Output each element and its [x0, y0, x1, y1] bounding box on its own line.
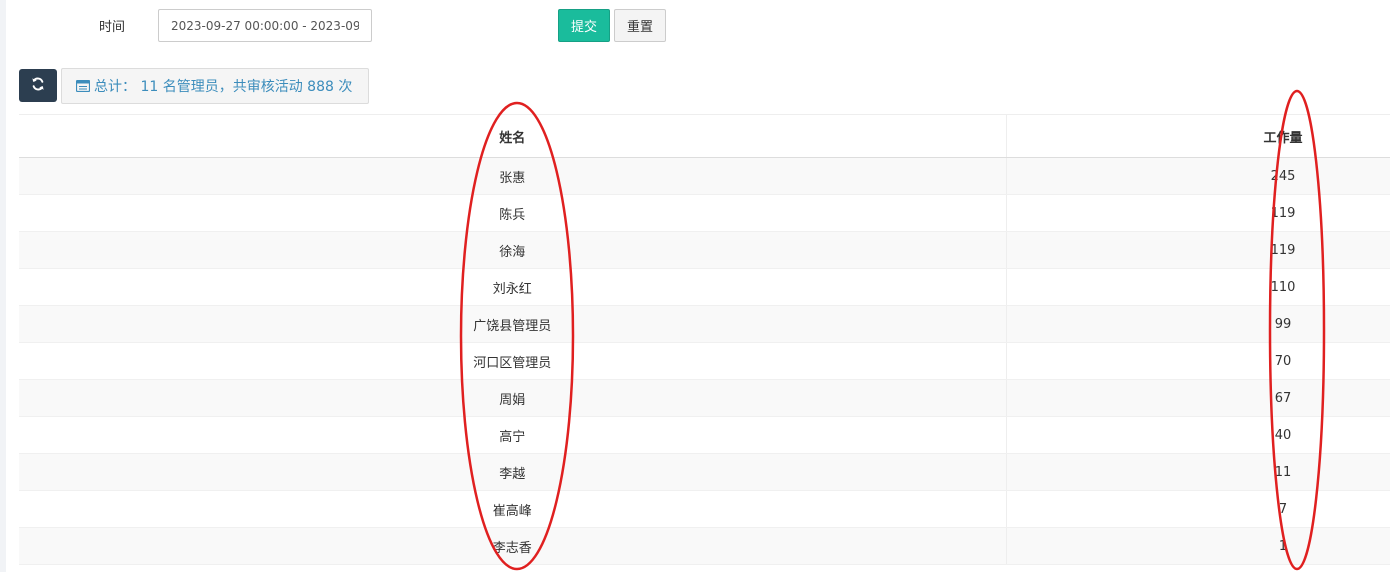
filter-bar: 时间 提交 重置: [0, 0, 1390, 52]
cell-name: 广饶县管理员: [19, 305, 1007, 343]
summary-text: 总计： 11 名管理员，共审核活动 888 次: [94, 79, 353, 95]
cell-workload: 70: [1006, 342, 1390, 380]
cell-workload: 11: [1006, 453, 1390, 491]
cell-name: 河口区管理员: [19, 342, 1007, 380]
summary-panel: 总计： 11 名管理员，共审核活动 888 次: [61, 68, 369, 104]
list-icon: [76, 80, 90, 92]
cell-name: 周娟: [19, 379, 1007, 417]
refresh-icon: [31, 76, 45, 95]
reset-button[interactable]: 重置: [614, 9, 666, 42]
cell-workload: 99: [1006, 305, 1390, 343]
table-row: 高宁 40: [19, 416, 1390, 454]
cell-name: 刘永红: [19, 268, 1007, 306]
cell-workload: 67: [1006, 379, 1390, 417]
table-row: 张惠 245: [19, 157, 1390, 195]
left-edge-strip: [0, 0, 6, 572]
column-header-workload[interactable]: 工作量: [1006, 114, 1390, 158]
cell-name: 张惠: [19, 157, 1007, 195]
table-row: 徐海 119: [19, 231, 1390, 269]
cell-workload: 7: [1006, 490, 1390, 528]
cell-name: 陈兵: [19, 194, 1007, 232]
cell-name: 崔高峰: [19, 490, 1007, 528]
refresh-button[interactable]: [19, 69, 57, 102]
cell-workload: 119: [1006, 194, 1390, 232]
time-range-input[interactable]: [158, 9, 372, 42]
table-row: 陈兵 119: [19, 194, 1390, 232]
table-row: 李志香 1: [19, 527, 1390, 565]
column-header-name[interactable]: 姓名: [19, 114, 1007, 158]
table-header-row: 姓名 工作量: [19, 114, 1390, 158]
cell-workload: 40: [1006, 416, 1390, 454]
cell-name: 李越: [19, 453, 1007, 491]
table-row: 刘永红 110: [19, 268, 1390, 306]
cell-name: 徐海: [19, 231, 1007, 269]
cell-workload: 245: [1006, 157, 1390, 195]
table-row: 周娟 67: [19, 379, 1390, 417]
cell-name: 李志香: [19, 527, 1007, 565]
cell-name: 高宁: [19, 416, 1007, 454]
cell-workload: 1: [1006, 527, 1390, 565]
table-row: 李越 11: [19, 453, 1390, 491]
time-label: 时间: [99, 20, 126, 35]
workload-table: 姓名 工作量 张惠 245 陈兵 119 徐海 119 刘永红 110 广饶县管理员 99…: [19, 114, 1390, 565]
cell-workload: 110: [1006, 268, 1390, 306]
table-row: 河口区管理员 70: [19, 342, 1390, 380]
submit-button[interactable]: 提交: [558, 9, 610, 42]
table-row: 广饶县管理员 99: [19, 305, 1390, 343]
cell-workload: 119: [1006, 231, 1390, 269]
table-row: 崔高峰 7: [19, 490, 1390, 528]
